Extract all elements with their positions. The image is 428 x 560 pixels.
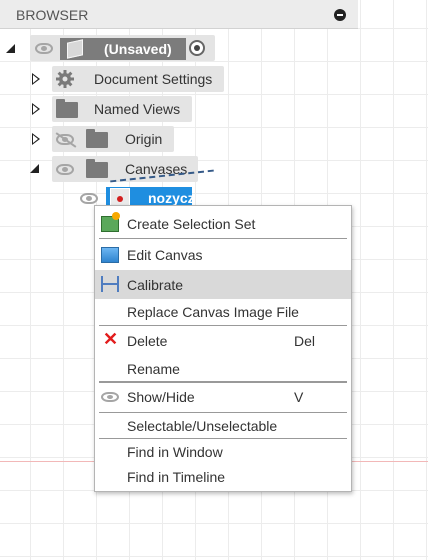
- hidden-eye-icon[interactable]: [56, 134, 74, 145]
- menu-label: Replace Canvas Image File: [127, 304, 299, 320]
- menu-item-show-hide[interactable]: Show/Hide V: [95, 384, 351, 410]
- calibrate-icon: [101, 276, 119, 292]
- folder-icon: [86, 129, 108, 148]
- menu-label: Calibrate: [127, 277, 184, 293]
- expand-origin-icon[interactable]: [32, 133, 40, 145]
- collapse-icon[interactable]: [334, 9, 346, 21]
- menu-label: Find in Window: [127, 444, 223, 460]
- gear-icon: [56, 70, 74, 88]
- folder-icon: [86, 159, 108, 178]
- menu-label: Delete: [127, 333, 168, 349]
- menu-item-find-in-window[interactable]: Find in Window: [95, 439, 351, 465]
- menu-item-selectable-unselectable[interactable]: Selectable/Unselectable: [95, 413, 351, 439]
- selection-set-icon: [101, 212, 120, 232]
- folder-icon: [56, 99, 78, 118]
- canvas-item-label: nozyczki: [148, 190, 192, 206]
- menu-label: Rename: [127, 361, 180, 377]
- browser-header[interactable]: BROWSER: [0, 0, 358, 29]
- menu-separator: [99, 238, 347, 239]
- visibility-eye-icon[interactable]: [80, 193, 98, 204]
- menu-item-edit-canvas[interactable]: Edit Canvas: [95, 242, 351, 268]
- expand-document-settings-icon[interactable]: [32, 73, 40, 85]
- edit-canvas-icon: [101, 247, 119, 263]
- tree-label-origin: Origin: [125, 131, 163, 147]
- visibility-eye-icon[interactable]: [35, 43, 53, 54]
- root-label: (Unsaved): [104, 41, 172, 57]
- menu-item-calibrate[interactable]: Calibrate: [95, 270, 351, 299]
- tree-label-document-settings: Document Settings: [94, 71, 213, 87]
- canvas-item-selected[interactable]: nozyczki: [106, 187, 192, 207]
- tree-label-named-views: Named Views: [94, 101, 181, 117]
- menu-shortcut: Del: [294, 333, 316, 349]
- menu-item-replace-canvas-image-file[interactable]: Replace Canvas Image File: [95, 299, 351, 325]
- menu-label: Edit Canvas: [127, 247, 203, 263]
- menu-item-rename[interactable]: Rename: [95, 356, 351, 382]
- menu-label: Show/Hide: [127, 389, 195, 405]
- menu-separator: [99, 325, 347, 326]
- menu-label: Find in Timeline: [127, 469, 226, 485]
- menu-label: Selectable/Unselectable: [127, 418, 278, 434]
- eye-icon: [101, 392, 119, 402]
- component-cube-icon: [67, 39, 83, 59]
- delete-icon: ✕: [103, 329, 119, 349]
- expand-canvases-icon[interactable]: [30, 164, 39, 173]
- browser-title: BROWSER: [16, 7, 89, 23]
- activate-radio-icon[interactable]: [189, 40, 205, 56]
- menu-item-create-selection-set[interactable]: Create Selection Set: [95, 211, 351, 237]
- expand-named-views-icon[interactable]: [32, 103, 40, 115]
- expand-root-icon[interactable]: [6, 44, 15, 53]
- menu-item-find-in-timeline[interactable]: Find in Timeline: [95, 464, 351, 490]
- menu-shortcut: V: [294, 389, 304, 405]
- menu-label: Create Selection Set: [127, 216, 256, 232]
- menu-separator: [99, 381, 347, 383]
- menu-item-delete[interactable]: ✕ Delete Del: [95, 328, 351, 354]
- visibility-eye-icon[interactable]: [56, 164, 74, 175]
- context-menu: Create Selection Set Edit Canvas Calibra…: [94, 205, 352, 492]
